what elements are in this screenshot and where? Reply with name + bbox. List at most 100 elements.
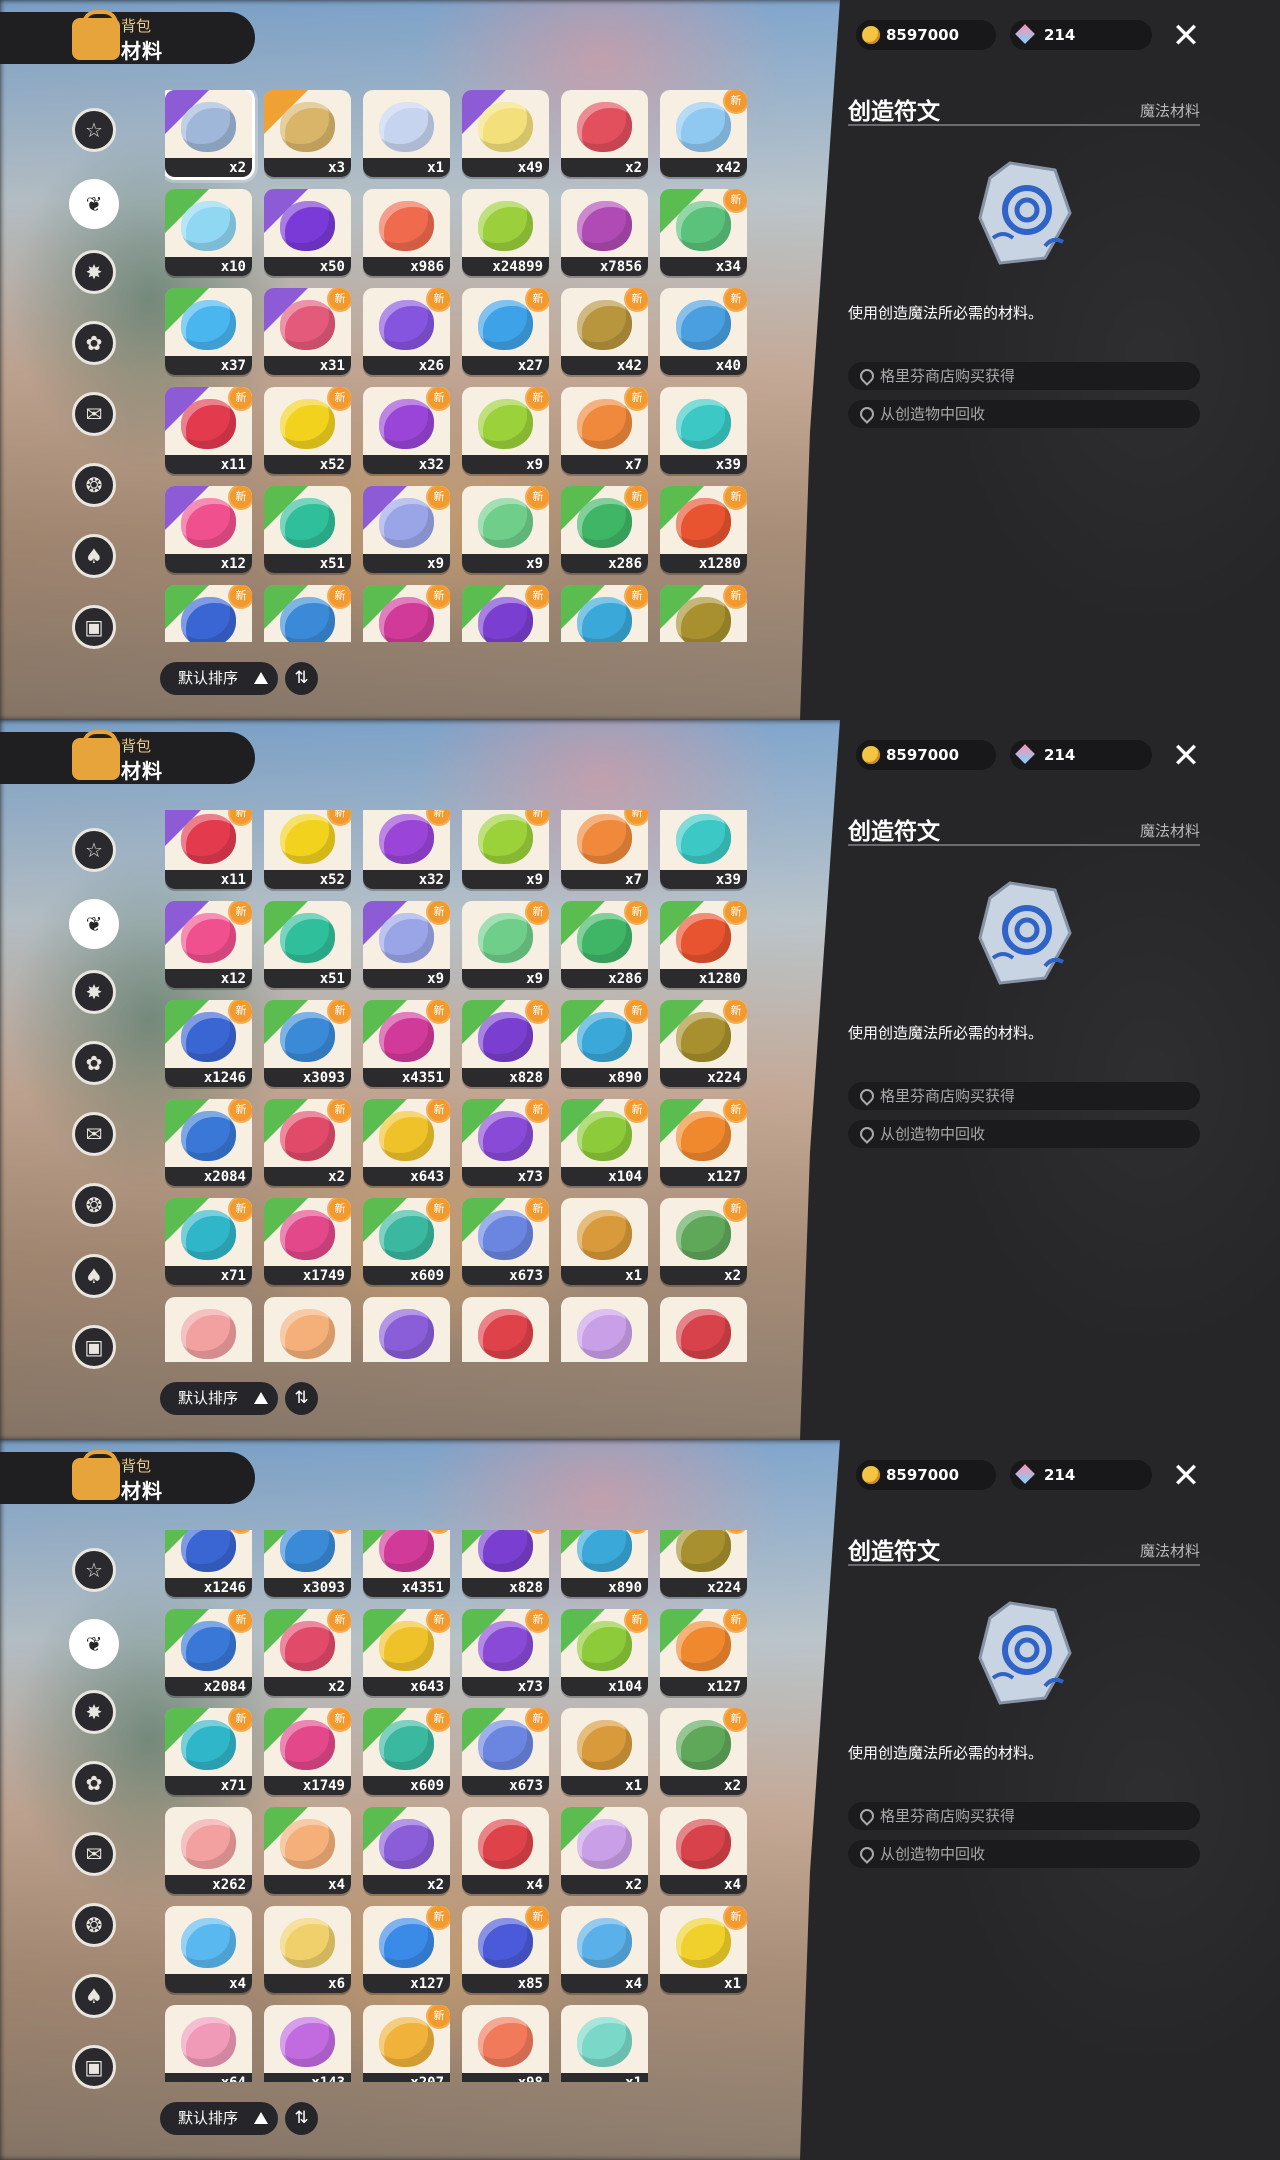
- item-slot[interactable]: x27 新: [462, 288, 549, 375]
- item-slot[interactable]: x2 新: [660, 1198, 747, 1285]
- category-scroll-button[interactable]: ✉: [72, 392, 116, 436]
- item-slot[interactable]: x127 新: [660, 1099, 747, 1186]
- item-slot[interactable]: x85 新: [462, 1906, 549, 1993]
- item-slot[interactable]: x52 新: [264, 387, 351, 474]
- item-slot[interactable]: x11 新: [165, 810, 252, 889]
- category-star-button[interactable]: ☆: [72, 108, 116, 152]
- item-slot[interactable]: x890 新: [561, 1000, 648, 1087]
- item-slot[interactable]: x286 新: [561, 901, 648, 988]
- category-leaf-button[interactable]: ❦: [69, 899, 119, 949]
- close-button[interactable]: ✕: [1168, 1458, 1204, 1494]
- category-scroll-button[interactable]: ✉: [72, 1112, 116, 1156]
- item-slot[interactable]: x9 新: [363, 901, 450, 988]
- item-slot[interactable]: 新: [363, 585, 450, 642]
- close-button[interactable]: ✕: [1168, 738, 1204, 774]
- category-gem-button[interactable]: ❂: [72, 1183, 116, 1227]
- item-slot[interactable]: x4351新: [363, 1530, 450, 1597]
- item-slot[interactable]: x1: [363, 90, 450, 177]
- category-spark-button[interactable]: ✸: [72, 970, 116, 1014]
- item-slot[interactable]: x143: [264, 2005, 351, 2082]
- item-slot[interactable]: x7 新: [561, 810, 648, 889]
- item-slot[interactable]: x71 新: [165, 1198, 252, 1285]
- item-slot[interactable]: x2 新: [264, 1609, 351, 1696]
- item-slot[interactable]: x4: [165, 1906, 252, 1993]
- item-slot[interactable]: x9 新: [462, 901, 549, 988]
- item-slot[interactable]: x673 新: [462, 1708, 549, 1795]
- item-slot[interactable]: x9 新: [462, 810, 549, 889]
- item-slot[interactable]: x1280 新: [660, 901, 747, 988]
- item-slot[interactable]: x127 新: [363, 1906, 450, 1993]
- item-slot[interactable]: x1749 新: [264, 1198, 351, 1285]
- item-slot[interactable]: x224新: [660, 1530, 747, 1597]
- item-slot[interactable]: x2: [561, 90, 648, 177]
- category-acorn-button[interactable]: ♠: [72, 1974, 116, 2018]
- item-slot[interactable]: [363, 1297, 450, 1362]
- item-slot[interactable]: x4: [462, 1807, 549, 1894]
- item-slot[interactable]: [165, 1297, 252, 1362]
- item-slot[interactable]: x2: [165, 90, 255, 180]
- item-slot[interactable]: x1749 新: [264, 1708, 351, 1795]
- item-slot[interactable]: x9 新: [462, 486, 549, 573]
- item-slot[interactable]: x3: [264, 90, 351, 177]
- item-slot[interactable]: x1246新: [165, 1530, 252, 1597]
- source-griffin-shop[interactable]: 格里芬商店购买获得: [848, 362, 1200, 390]
- category-star-button[interactable]: ☆: [72, 828, 116, 872]
- item-slot[interactable]: x104 新: [561, 1099, 648, 1186]
- item-slot[interactable]: x828新: [462, 1000, 549, 1087]
- item-slot[interactable]: x73 新: [462, 1099, 549, 1186]
- item-slot[interactable]: x828新: [462, 1530, 549, 1597]
- item-slot[interactable]: x1280 新: [660, 486, 747, 573]
- item-slot[interactable]: x51: [264, 901, 351, 988]
- item-slot[interactable]: 新: [561, 585, 648, 642]
- item-slot[interactable]: x127 新: [660, 1609, 747, 1696]
- category-chest-button[interactable]: ▣: [72, 605, 116, 649]
- sort-order-button[interactable]: ⇅: [285, 1382, 318, 1415]
- sort-order-button[interactable]: ⇅: [285, 662, 318, 695]
- item-slot[interactable]: x1 新: [660, 1906, 747, 1993]
- item-slot[interactable]: x40 新: [660, 288, 747, 375]
- sort-button[interactable]: 默认排序: [160, 662, 278, 695]
- category-chest-button[interactable]: ▣: [72, 1325, 116, 1369]
- source-recycle[interactable]: 从创造物中回收: [848, 1120, 1200, 1148]
- item-slot[interactable]: x24899: [462, 189, 549, 276]
- item-slot[interactable]: x1: [561, 1198, 648, 1285]
- source-griffin-shop[interactable]: 格里芬商店购买获得: [848, 1082, 1200, 1110]
- item-slot[interactable]: x71 新: [165, 1708, 252, 1795]
- category-chest-button[interactable]: ▣: [72, 2045, 116, 2089]
- item-slot[interactable]: x64: [165, 2005, 252, 2082]
- item-slot[interactable]: x4: [660, 1807, 747, 1894]
- category-flower-button[interactable]: ✿: [72, 1041, 116, 1085]
- item-slot[interactable]: x34 新: [660, 189, 747, 276]
- sort-button[interactable]: 默认排序: [160, 2102, 278, 2135]
- item-slot[interactable]: x986: [363, 189, 450, 276]
- item-slot[interactable]: 新: [660, 585, 747, 642]
- category-acorn-button[interactable]: ♠: [72, 1254, 116, 1298]
- category-leaf-button[interactable]: ❦: [69, 1619, 119, 1669]
- item-slot[interactable]: x6: [264, 1906, 351, 1993]
- category-gem-button[interactable]: ❂: [72, 1903, 116, 1947]
- category-leaf-button[interactable]: ❦: [69, 179, 119, 229]
- item-slot[interactable]: x286 新: [561, 486, 648, 573]
- item-slot[interactable]: x2084 新: [165, 1099, 252, 1186]
- item-slot[interactable]: x2: [561, 1807, 648, 1894]
- category-acorn-button[interactable]: ♠: [72, 534, 116, 578]
- item-slot[interactable]: x50: [264, 189, 351, 276]
- item-slot[interactable]: x7856: [561, 189, 648, 276]
- item-slot[interactable]: x207 新: [363, 2005, 450, 2082]
- category-spark-button[interactable]: ✸: [72, 1690, 116, 1734]
- sort-button[interactable]: 默认排序: [160, 1382, 278, 1415]
- item-slot[interactable]: x32 新: [363, 387, 450, 474]
- category-spark-button[interactable]: ✸: [72, 250, 116, 294]
- item-slot[interactable]: x98: [462, 2005, 549, 2082]
- item-slot[interactable]: 新: [264, 585, 351, 642]
- item-slot[interactable]: x2: [363, 1807, 450, 1894]
- item-slot[interactable]: x9 新: [363, 486, 450, 573]
- category-star-button[interactable]: ☆: [72, 1548, 116, 1592]
- item-grid-viewport[interactable]: x11 新 x52 新 x32 新 x9 新 x7 新 x39 x12 新 x51 x9 新 x9 新 x286 新 x…: [165, 810, 757, 1362]
- item-slot[interactable]: x2084 新: [165, 1609, 252, 1696]
- item-slot[interactable]: x12 新: [165, 486, 252, 573]
- item-slot[interactable]: x2 新: [264, 1099, 351, 1186]
- item-slot[interactable]: 新: [165, 585, 252, 642]
- item-slot[interactable]: x1: [561, 2005, 648, 2082]
- item-slot[interactable]: x42 新: [660, 90, 747, 177]
